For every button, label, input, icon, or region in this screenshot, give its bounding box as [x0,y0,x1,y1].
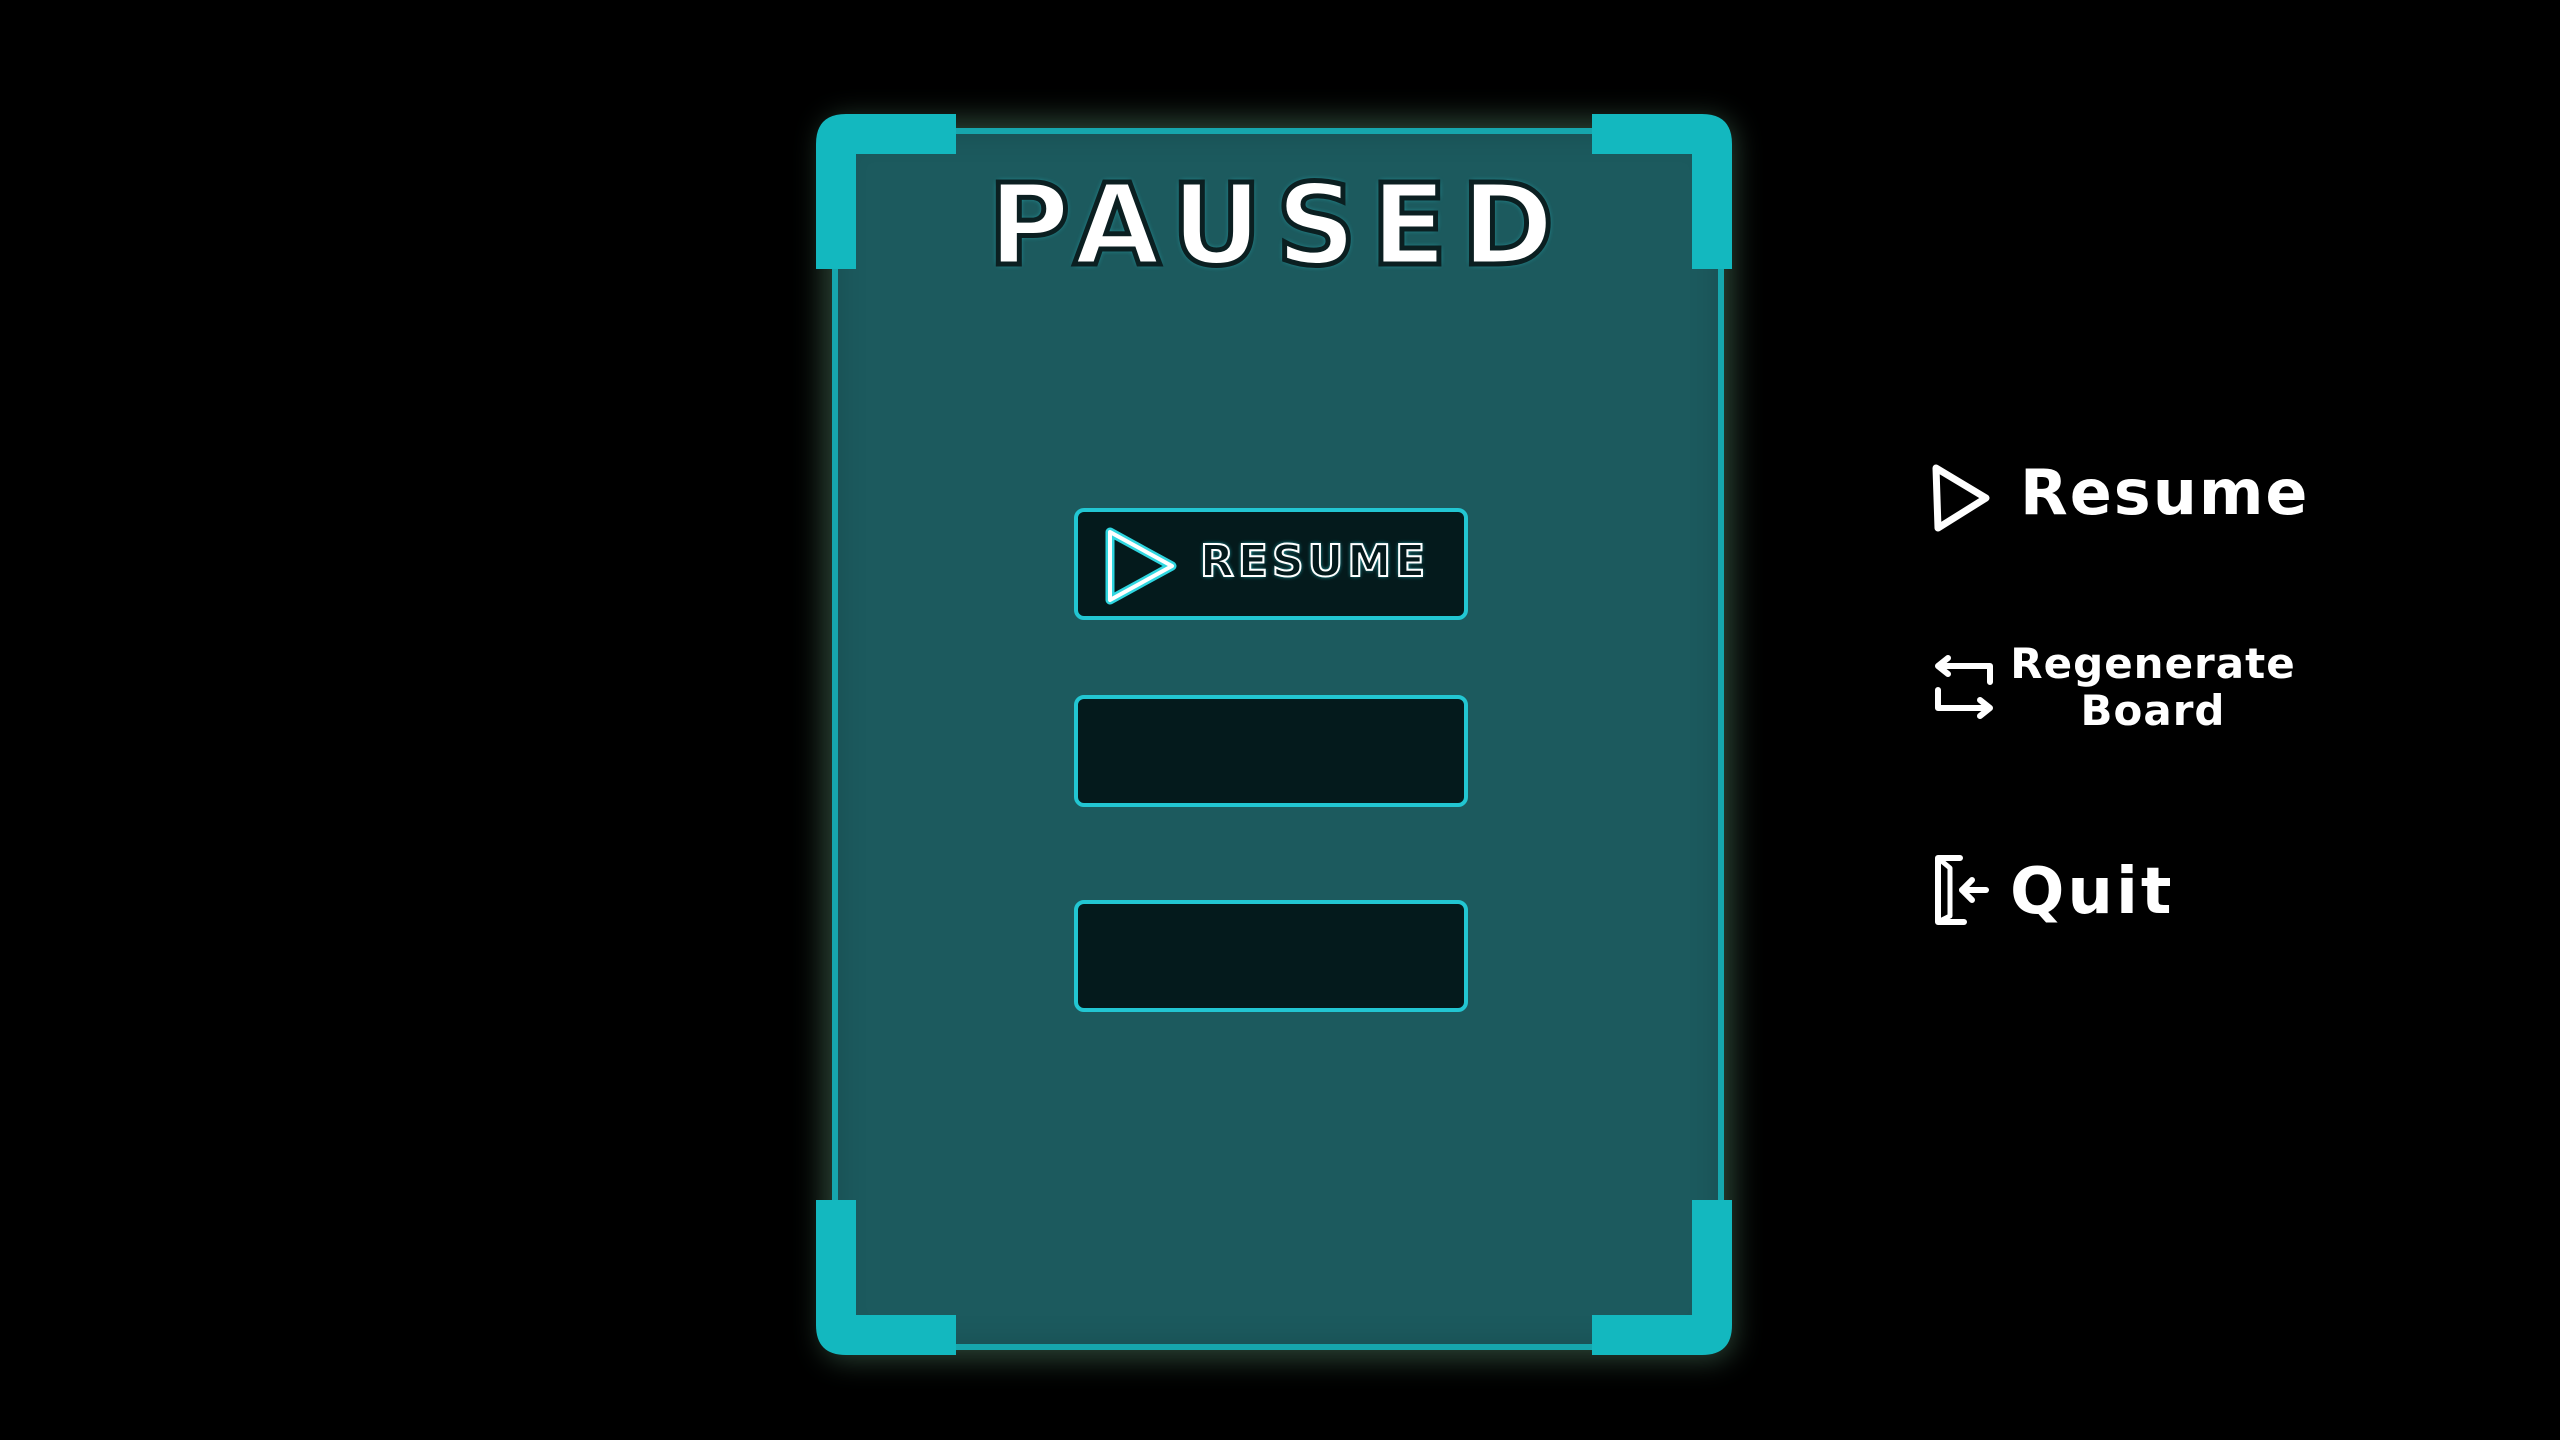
quit-button[interactable] [1074,900,1468,1012]
play-outline-icon [1930,462,1992,534]
resume-button-label: RESUME [1199,535,1430,588]
resume-note-label: Resume [2020,456,2310,529]
resume-button[interactable]: RESUME [1074,508,1468,620]
regenerate-note-line1: Regenerate [2010,639,2296,688]
play-icon [1096,524,1180,608]
exit-door-icon [1930,852,1992,928]
panel-corner-bracket [816,1200,956,1355]
quit-note-label: Quit [2010,855,2175,929]
regenerate-board-button[interactable] [1074,695,1468,807]
panel-corner-bracket [1592,1200,1732,1355]
regenerate-note-label: Regenerate Board [2008,640,2298,734]
pause-title: PAUSED [985,161,1569,291]
game-screen: PAUSED RESUME Resume Regenerate Board Qu… [0,0,2560,1440]
swap-arrows-icon [1930,654,1996,722]
regenerate-note-line2: Board [2080,686,2226,736]
